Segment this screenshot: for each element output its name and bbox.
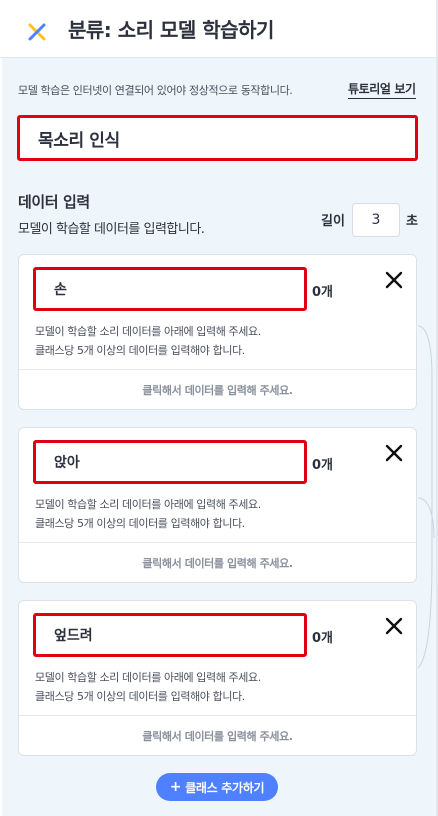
class-description: 모델이 학습할 소리 데이터를 아래에 입력해 주세요. 클래스당 5개 이상의… (35, 322, 261, 360)
class-description-line: 모델이 학습할 소리 데이터를 아래에 입력해 주세요. (35, 671, 261, 684)
data-input-button[interactable]: 클릭해서 데이터를 입력해 주세요. (19, 370, 416, 410)
class-description: 모델이 학습할 소리 데이터를 아래에 입력해 주세요. 클래스당 5개 이상의… (35, 668, 261, 706)
page-title: 분류: 소리 모델 학습하기 (68, 18, 274, 42)
data-section-description: 모델이 학습할 데이터를 입력합니다. (18, 222, 205, 237)
header: 분류: 소리 모델 학습하기 (0, 0, 438, 58)
tutorial-link[interactable]: 튜토리얼 보기 (348, 80, 416, 99)
class-description-line: 모델이 학습할 소리 데이터를 아래에 입력해 주세요. (35, 498, 261, 511)
notice-text: 모델 학습은 인터넷이 연결되어 있어야 정상적으로 동작합니다. (18, 84, 293, 97)
class-card: 엎드려 0개 모델이 학습할 소리 데이터를 아래에 입력해 주세요. 클래스당… (18, 600, 417, 756)
data-count: 0개 (312, 631, 334, 646)
data-count: 0개 (312, 285, 334, 300)
data-section-title: 데이터 입력 (18, 193, 90, 211)
class-description-line: 클래스당 5개 이상의 데이터를 입력해야 합니다. (35, 517, 245, 530)
add-class-label: 클래스 추가하기 (185, 780, 265, 795)
class-description: 모델이 학습할 소리 데이터를 아래에 입력해 주세요. 클래스당 5개 이상의… (35, 495, 261, 533)
class-description-line: 모델이 학습할 소리 데이터를 아래에 입력해 주세요. (35, 325, 261, 338)
model-name-input[interactable]: 목소리 인식 (17, 115, 418, 161)
class-name-input[interactable]: 엎드려 (33, 613, 307, 657)
length-unit: 초 (406, 214, 418, 229)
close-x-icon[interactable] (26, 21, 48, 43)
class-name-input[interactable]: 앉아 (33, 440, 307, 484)
data-count: 0개 (312, 458, 334, 473)
delete-class-icon[interactable] (383, 269, 405, 291)
training-panel: 모델 학습은 인터넷이 연결되어 있어야 정상적으로 동작합니다. 튜토리얼 보… (2, 58, 436, 816)
data-input-button[interactable]: 클릭해서 데이터를 입력해 주세요. (19, 543, 416, 583)
delete-class-icon[interactable] (383, 615, 405, 637)
class-description-line: 클래스당 5개 이상의 데이터를 입력해야 합니다. (35, 344, 245, 357)
add-class-button[interactable]: + 클래스 추가하기 (156, 773, 278, 801)
class-card: 앉아 0개 모델이 학습할 소리 데이터를 아래에 입력해 주세요. 클래스당 … (18, 427, 417, 583)
class-name-input[interactable]: 손 (33, 267, 307, 311)
class-description-line: 클래스당 5개 이상의 데이터를 입력해야 합니다. (35, 690, 245, 703)
class-card: 손 0개 모델이 학습할 소리 데이터를 아래에 입력해 주세요. 클래스당 5… (18, 254, 417, 410)
plus-icon: + (169, 779, 182, 795)
data-input-button[interactable]: 클릭해서 데이터를 입력해 주세요. (19, 716, 416, 756)
length-input[interactable]: 3 (352, 203, 400, 237)
delete-class-icon[interactable] (383, 442, 405, 464)
length-label: 길이 (321, 214, 345, 229)
